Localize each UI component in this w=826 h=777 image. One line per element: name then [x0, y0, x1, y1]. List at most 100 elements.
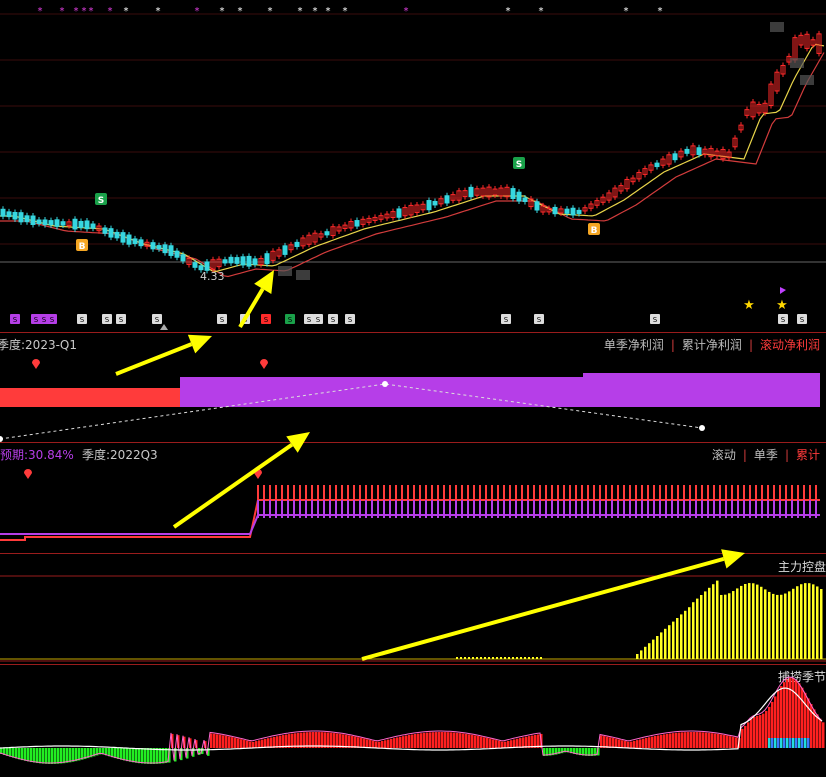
season-bar: [27, 748, 30, 762]
asterisk-icon: *: [404, 6, 409, 17]
season-bar: [159, 748, 162, 764]
control-bar: [796, 586, 799, 659]
season-bar: [24, 748, 27, 761]
control-histogram: [0, 575, 826, 662]
season-bar: [246, 740, 249, 748]
season-bar: [726, 735, 729, 748]
candle: [126, 234, 132, 245]
season-bar: [426, 732, 429, 748]
season-bar: [420, 733, 423, 748]
season-bar: [369, 740, 372, 748]
candle: [576, 209, 582, 215]
candle: [264, 253, 270, 265]
season-bar: [162, 748, 165, 764]
season-bar: [150, 748, 153, 764]
star-icon: ★: [776, 298, 788, 313]
asterisk-icon: *: [298, 6, 303, 17]
season-bar: [366, 739, 369, 748]
season-bar: [627, 741, 630, 748]
season-bar: [615, 738, 618, 748]
season-panel[interactable]: 捕捞季节: [0, 665, 826, 777]
candle: [162, 244, 168, 254]
candle: [228, 256, 234, 264]
season-bar: [387, 739, 390, 748]
season-bar: [222, 735, 225, 748]
candle: [192, 262, 198, 268]
control-bar: [768, 591, 771, 659]
season-bar: [414, 734, 417, 748]
season-bar-accent: [801, 738, 804, 748]
season-bar: [411, 734, 414, 748]
profit-bar-purple: [180, 377, 820, 407]
candle: [138, 239, 144, 247]
candle: [174, 250, 180, 258]
candle: [324, 231, 330, 236]
forecast-chart: [0, 469, 820, 541]
season-bar: [243, 739, 246, 748]
season-bar: [231, 737, 234, 748]
buy-signal-icon-text: B: [79, 242, 86, 252]
season-bar-accent: [783, 738, 786, 748]
mini-badge-text: S: [781, 316, 786, 324]
season-bar: [51, 748, 54, 764]
control-bar: [508, 657, 510, 659]
candle: [684, 148, 690, 154]
candle: [180, 254, 186, 262]
mini-badge-text: S: [34, 316, 39, 324]
forecast-panel[interactable]: 预期:30.84% 季度:2022Q3 滚动 | 单季 | 累计: [0, 443, 826, 553]
season-bar: [114, 748, 117, 759]
control-bar: [532, 657, 534, 659]
season-bar: [816, 714, 819, 748]
control-bar: [800, 584, 803, 659]
season-histogram: [0, 676, 825, 764]
season-bar: [792, 678, 795, 748]
season-bar: [390, 738, 393, 748]
season-bar: [480, 736, 483, 748]
mini-badge-text: S: [288, 316, 293, 324]
control-bar: [528, 657, 530, 659]
season-bar: [351, 735, 354, 748]
season-bar: [651, 736, 654, 748]
asterisk-icon: *: [268, 6, 273, 17]
season-bar: [375, 741, 378, 748]
control-bar: [664, 628, 667, 659]
control-bar: [512, 657, 514, 659]
season-bar: [240, 739, 243, 748]
season-bar: [429, 732, 432, 748]
season-bar: [225, 735, 228, 748]
season-bar: [30, 748, 33, 763]
candle: [510, 188, 516, 200]
control-bar: [724, 594, 727, 659]
control-panel[interactable]: 主力控盘: [0, 554, 826, 664]
candle: [396, 208, 402, 218]
season-bar-accent: [768, 738, 771, 748]
season-bar: [123, 748, 126, 761]
net-profit-panel[interactable]: 季度:2023-Q1 单季净利润 | 累计净利润 | 滚动净利润: [0, 333, 826, 442]
season-bar: [819, 718, 822, 748]
asterisk-icon: *: [124, 6, 129, 17]
control-bar: [804, 583, 807, 659]
candle: [294, 241, 300, 247]
price-panel[interactable]: * * * * * * * * * * * * * * * * * * * * * S S B B S S S S S S S S S S S S S S S…: [0, 0, 826, 332]
control-bar: [688, 607, 691, 659]
season-bar: [618, 739, 621, 748]
candle: [102, 227, 108, 234]
season-bar: [486, 737, 489, 748]
season-bar: [384, 740, 387, 748]
candle: [6, 211, 12, 218]
flag-icon: [780, 287, 786, 294]
candle: [42, 219, 48, 226]
season-bar: [210, 733, 213, 748]
season-bar: [357, 737, 360, 748]
season-bar: [705, 732, 708, 748]
season-bar: [234, 737, 237, 748]
candlestick-chart[interactable]: * * * * * * * * * * * * * * * * * * * * *SSBBS S S S S S S S S S S S S S S…: [0, 0, 826, 332]
control-bar: [652, 639, 655, 659]
season-bar: [654, 736, 657, 748]
season-bar: [381, 740, 384, 748]
season-bar: [699, 732, 702, 748]
season-bar-accent: [771, 738, 774, 748]
season-bar: [75, 748, 78, 762]
season-bar: [750, 719, 753, 748]
blurred-label: [296, 270, 310, 280]
